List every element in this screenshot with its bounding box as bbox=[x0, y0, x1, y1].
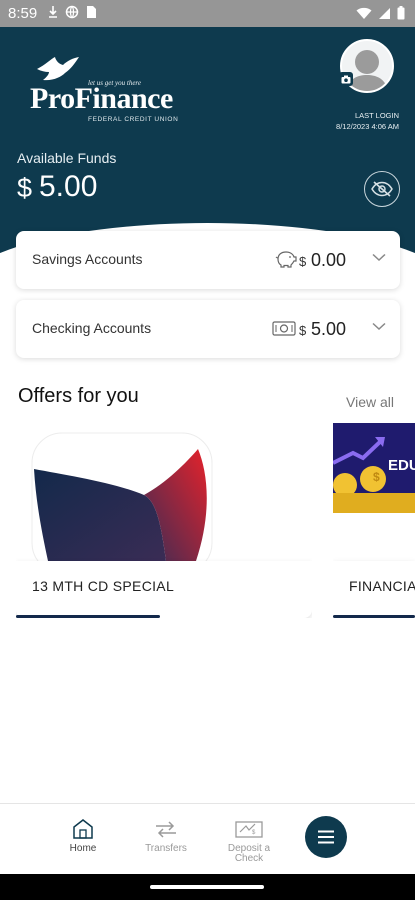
chevron-down-icon bbox=[372, 253, 386, 262]
nav-deposit-check[interactable]: $ Deposit a Check bbox=[219, 818, 279, 864]
offer-label: FINANCIA bbox=[349, 578, 415, 594]
svg-text:$: $ bbox=[252, 830, 256, 836]
system-navigation-bar bbox=[0, 874, 415, 900]
savings-accounts-card[interactable]: Savings Accounts $ 0.00 bbox=[16, 231, 400, 289]
checking-amount: 5.00 bbox=[311, 319, 347, 339]
piggy-bank-icon bbox=[275, 251, 297, 268]
change-photo-button[interactable] bbox=[339, 72, 353, 86]
eye-off-icon bbox=[371, 181, 393, 197]
nav-transfers[interactable]: Transfers bbox=[136, 818, 196, 854]
view-all-link[interactable]: View all bbox=[346, 394, 394, 410]
menu-button[interactable] bbox=[305, 816, 347, 858]
account-header: let us get you there ProFinance FEDERAL … bbox=[0, 27, 415, 265]
signal-icon bbox=[379, 7, 390, 19]
offer-label: 13 MTH CD SPECIAL bbox=[32, 578, 175, 594]
home-gesture-pill[interactable] bbox=[150, 885, 264, 889]
profinance-logo: let us get you there ProFinance FEDERAL … bbox=[30, 55, 178, 123]
camera-icon bbox=[341, 75, 351, 83]
status-left-icons bbox=[48, 5, 97, 19]
checking-accounts-label: Checking Accounts bbox=[32, 320, 152, 336]
svg-text:$: $ bbox=[373, 470, 380, 484]
savings-accounts-label: Savings Accounts bbox=[32, 251, 143, 267]
bottom-nav: Home Transfers $ Deposit a Check bbox=[0, 803, 415, 874]
last-login-value: 8/12/2023 4:06 AM bbox=[336, 122, 399, 131]
cash-icon bbox=[272, 321, 296, 336]
sim-card-icon bbox=[87, 6, 96, 18]
offer-card-financial[interactable]: $ EDU FINANCIA bbox=[333, 423, 415, 618]
savings-currency: $ bbox=[299, 254, 307, 269]
status-time: 8:59 bbox=[8, 5, 38, 22]
menu-icon bbox=[318, 830, 334, 844]
offer-image-logo bbox=[31, 432, 213, 561]
battery-icon bbox=[397, 6, 405, 20]
download-icon bbox=[49, 6, 57, 18]
nav-deposit-check-label: Deposit a Check bbox=[227, 843, 271, 864]
offers-title: Offers for you bbox=[18, 385, 139, 407]
offer-progress-bar bbox=[333, 615, 415, 618]
offer-label-area: FINANCIA bbox=[333, 561, 415, 618]
chevron-down-icon bbox=[372, 322, 386, 331]
offer-image-text: EDU bbox=[388, 457, 415, 474]
available-funds-amount: 5.00 bbox=[39, 170, 98, 203]
funds-currency: $ bbox=[17, 173, 33, 203]
nav-home[interactable]: Home bbox=[53, 818, 113, 854]
status-right-icons bbox=[356, 6, 405, 20]
check-deposit-icon: $ bbox=[235, 821, 263, 838]
nav-home-label: Home bbox=[69, 843, 97, 854]
checking-currency: $ bbox=[299, 323, 307, 338]
last-login-label: LAST LOGIN bbox=[354, 111, 399, 120]
home-icon bbox=[73, 819, 93, 839]
transfer-icon bbox=[156, 821, 176, 838]
globe-icon bbox=[65, 5, 79, 19]
logo-name: ProFinance bbox=[30, 82, 173, 115]
hide-balance-button[interactable] bbox=[364, 171, 400, 207]
available-funds-label: Available Funds bbox=[17, 150, 117, 166]
offer-label-area: 13 MTH CD SPECIAL bbox=[16, 561, 312, 618]
nav-transfers-label: Transfers bbox=[145, 843, 187, 854]
eagle-logo-icon bbox=[37, 57, 79, 81]
savings-amount: 0.00 bbox=[311, 250, 347, 270]
logo-subtitle: FEDERAL CREDIT UNION bbox=[88, 116, 179, 123]
status-bar: 8:59 bbox=[0, 0, 415, 27]
offer-card-cd-special[interactable]: 13 MTH CD SPECIAL bbox=[16, 423, 312, 618]
wifi-icon bbox=[356, 7, 372, 19]
offer-progress-bar bbox=[16, 615, 160, 618]
checking-accounts-card[interactable]: Checking Accounts $ 5.00 bbox=[16, 300, 400, 358]
